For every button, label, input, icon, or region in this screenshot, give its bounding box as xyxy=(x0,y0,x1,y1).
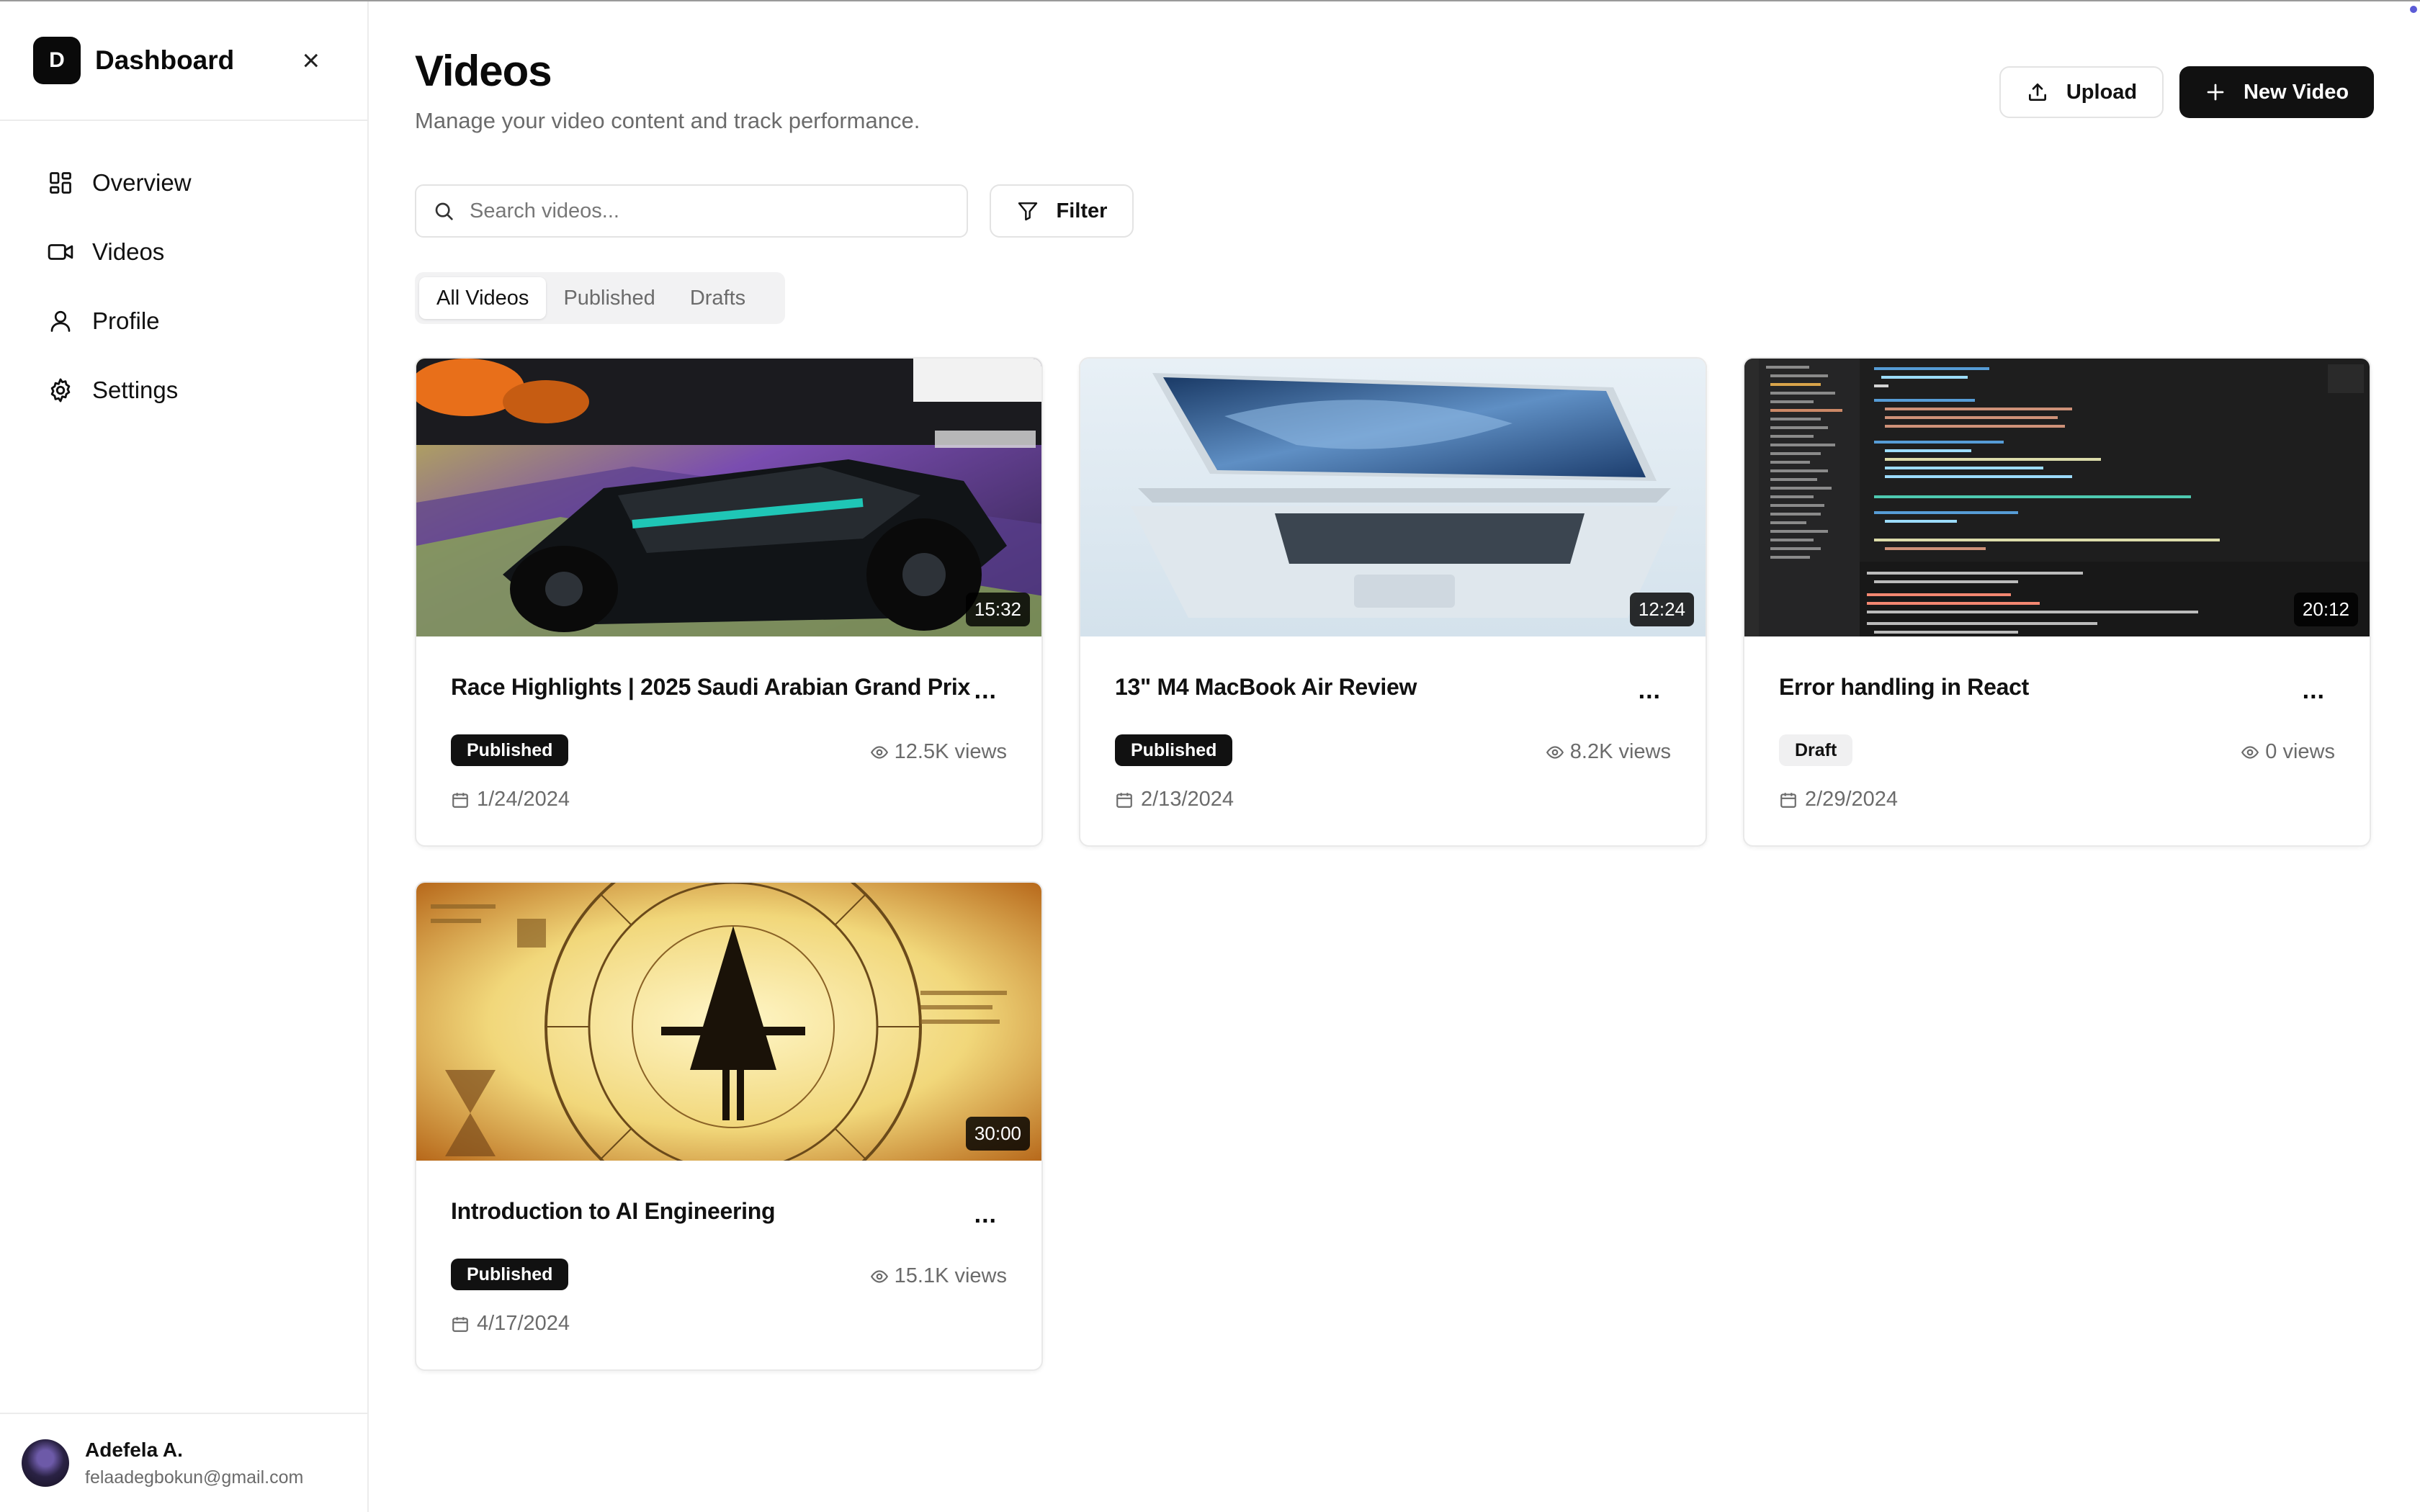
more-options-icon[interactable]: ... xyxy=(974,677,997,705)
publish-date: 1/24/2024 xyxy=(451,788,570,811)
main-content: Videos Manage your video content and tra… xyxy=(369,1,2420,1512)
sidebar-item-label: Settings xyxy=(92,377,179,403)
layout-grid-icon xyxy=(46,168,75,197)
video-card[interactable]: 15:32 Race Highlights | 2025 Saudi Arabi… xyxy=(415,357,1043,847)
calendar-icon xyxy=(452,1316,468,1332)
calendar-icon xyxy=(1780,792,1796,808)
video-thumbnail[interactable]: 20:12 xyxy=(1744,359,2370,636)
video-duration: 12:24 xyxy=(1629,593,1694,626)
view-count: 8.2K views xyxy=(1546,740,1671,764)
eye-icon xyxy=(870,745,888,759)
view-count: 15.1K views xyxy=(870,1264,1007,1288)
publish-date-text: 4/17/2024 xyxy=(477,1312,570,1335)
filter-icon xyxy=(1018,202,1037,221)
user-email: felaadegbokun@gmail.com xyxy=(85,1467,304,1488)
view-count: 0 views xyxy=(2241,740,2335,764)
sidebar-item-label: Videos xyxy=(92,238,165,265)
view-count: 12.5K views xyxy=(870,740,1007,764)
page-title: Videos xyxy=(415,47,552,95)
upload-icon xyxy=(2028,84,2046,101)
more-options-icon[interactable]: ... xyxy=(974,1201,997,1229)
sidebar-item-label: Overview xyxy=(92,169,192,196)
video-duration: 20:12 xyxy=(2293,593,2358,626)
status-badge: Published xyxy=(1115,734,1233,766)
upload-button[interactable]: Upload xyxy=(1999,66,2164,118)
status-badge: Draft xyxy=(1779,734,1853,766)
status-badge: Published xyxy=(451,1259,569,1290)
eye-icon xyxy=(2241,745,2259,759)
sidebar: D Dashboard × Overview Videos Profile Se… xyxy=(0,1,369,1512)
brand-title[interactable]: Dashboard xyxy=(95,45,302,76)
video-card[interactable]: 20:12 Error handling in React ... Draft … xyxy=(1743,357,2371,847)
view-count-text: 8.2K views xyxy=(1569,740,1671,763)
gear-icon xyxy=(46,376,75,405)
cipher-wheel-image xyxy=(416,883,1041,1161)
eye-icon xyxy=(870,1269,888,1283)
status-tabs: All Videos Published Drafts xyxy=(415,272,785,324)
publish-date: 2/29/2024 xyxy=(1779,788,1898,811)
eye-icon xyxy=(1546,745,1564,759)
tab-published[interactable]: Published xyxy=(546,277,672,319)
user-profile-footer[interactable]: Adefela A. felaadegbokun@gmail.com xyxy=(0,1413,367,1512)
sidebar-brand: D Dashboard × xyxy=(0,1,367,121)
plus-icon xyxy=(2207,84,2224,101)
video-duration: 30:00 xyxy=(965,1117,1030,1151)
sidebar-item-profile[interactable]: Profile xyxy=(0,295,367,347)
avatar xyxy=(22,1439,69,1487)
video-camera-icon xyxy=(46,238,75,266)
tab-drafts[interactable]: Drafts xyxy=(673,277,763,319)
video-title[interactable]: Race Highlights | 2025 Saudi Arabian Gra… xyxy=(451,674,970,701)
more-options-icon[interactable]: ... xyxy=(1639,677,1661,705)
calendar-icon xyxy=(452,792,468,808)
user-info: Adefela A. felaadegbokun@gmail.com xyxy=(85,1439,303,1488)
video-thumbnail[interactable]: 15:32 xyxy=(416,359,1041,636)
video-title[interactable]: Introduction to AI Engineering xyxy=(451,1198,776,1225)
filter-button[interactable]: Filter xyxy=(990,184,1134,238)
publish-date: 4/17/2024 xyxy=(451,1312,570,1336)
sidebar-item-label: Profile xyxy=(92,307,160,334)
filter-button-label: Filter xyxy=(1056,199,1108,222)
calendar-icon xyxy=(1116,792,1132,808)
video-title[interactable]: 13" M4 MacBook Air Review xyxy=(1115,674,1417,701)
view-count-text: 12.5K views xyxy=(894,740,1007,763)
sidebar-item-videos[interactable]: Videos xyxy=(0,226,367,278)
video-card[interactable]: 30:00 Introduction to AI Engineering ...… xyxy=(415,881,1043,1371)
user-icon xyxy=(46,307,75,336)
upload-button-label: Upload xyxy=(2066,80,2138,104)
video-title[interactable]: Error handling in React xyxy=(1779,674,2029,701)
publish-date-text: 2/13/2024 xyxy=(1141,788,1234,811)
f1-race-car-image xyxy=(416,359,1041,636)
macbook-air-image xyxy=(1080,359,1706,636)
tab-all-videos[interactable]: All Videos xyxy=(419,277,547,319)
view-count-text: 0 views xyxy=(2265,740,2335,763)
publish-date: 2/13/2024 xyxy=(1115,788,1234,811)
brand-logo[interactable]: D xyxy=(33,37,81,84)
page-subtitle: Manage your video content and track perf… xyxy=(415,108,920,133)
video-thumbnail[interactable]: 30:00 xyxy=(416,883,1041,1161)
close-icon[interactable]: × xyxy=(302,45,320,76)
video-duration: 15:32 xyxy=(965,593,1030,626)
publish-date-text: 2/29/2024 xyxy=(1805,788,1899,811)
sidebar-item-overview[interactable]: Overview xyxy=(0,157,367,209)
user-name: Adefela A. xyxy=(85,1438,183,1461)
status-badge: Published xyxy=(451,734,569,766)
publish-date-text: 1/24/2024 xyxy=(477,788,570,811)
search-icon xyxy=(435,202,453,220)
search-input[interactable] xyxy=(470,199,931,223)
sidebar-item-settings[interactable]: Settings xyxy=(0,364,367,416)
new-video-button-label: New Video xyxy=(2243,80,2349,104)
view-count-text: 15.1K views xyxy=(894,1264,1007,1287)
code-editor-image xyxy=(1744,359,2370,636)
new-video-button[interactable]: New Video xyxy=(2179,66,2374,118)
video-card[interactable]: 12:24 13" M4 MacBook Air Review ... Publ… xyxy=(1079,357,1707,847)
sidebar-nav: Overview Videos Profile Settings xyxy=(0,121,367,416)
more-options-icon[interactable]: ... xyxy=(2303,677,2325,705)
video-thumbnail[interactable]: 12:24 xyxy=(1080,359,1706,636)
search-box[interactable] xyxy=(415,184,968,238)
